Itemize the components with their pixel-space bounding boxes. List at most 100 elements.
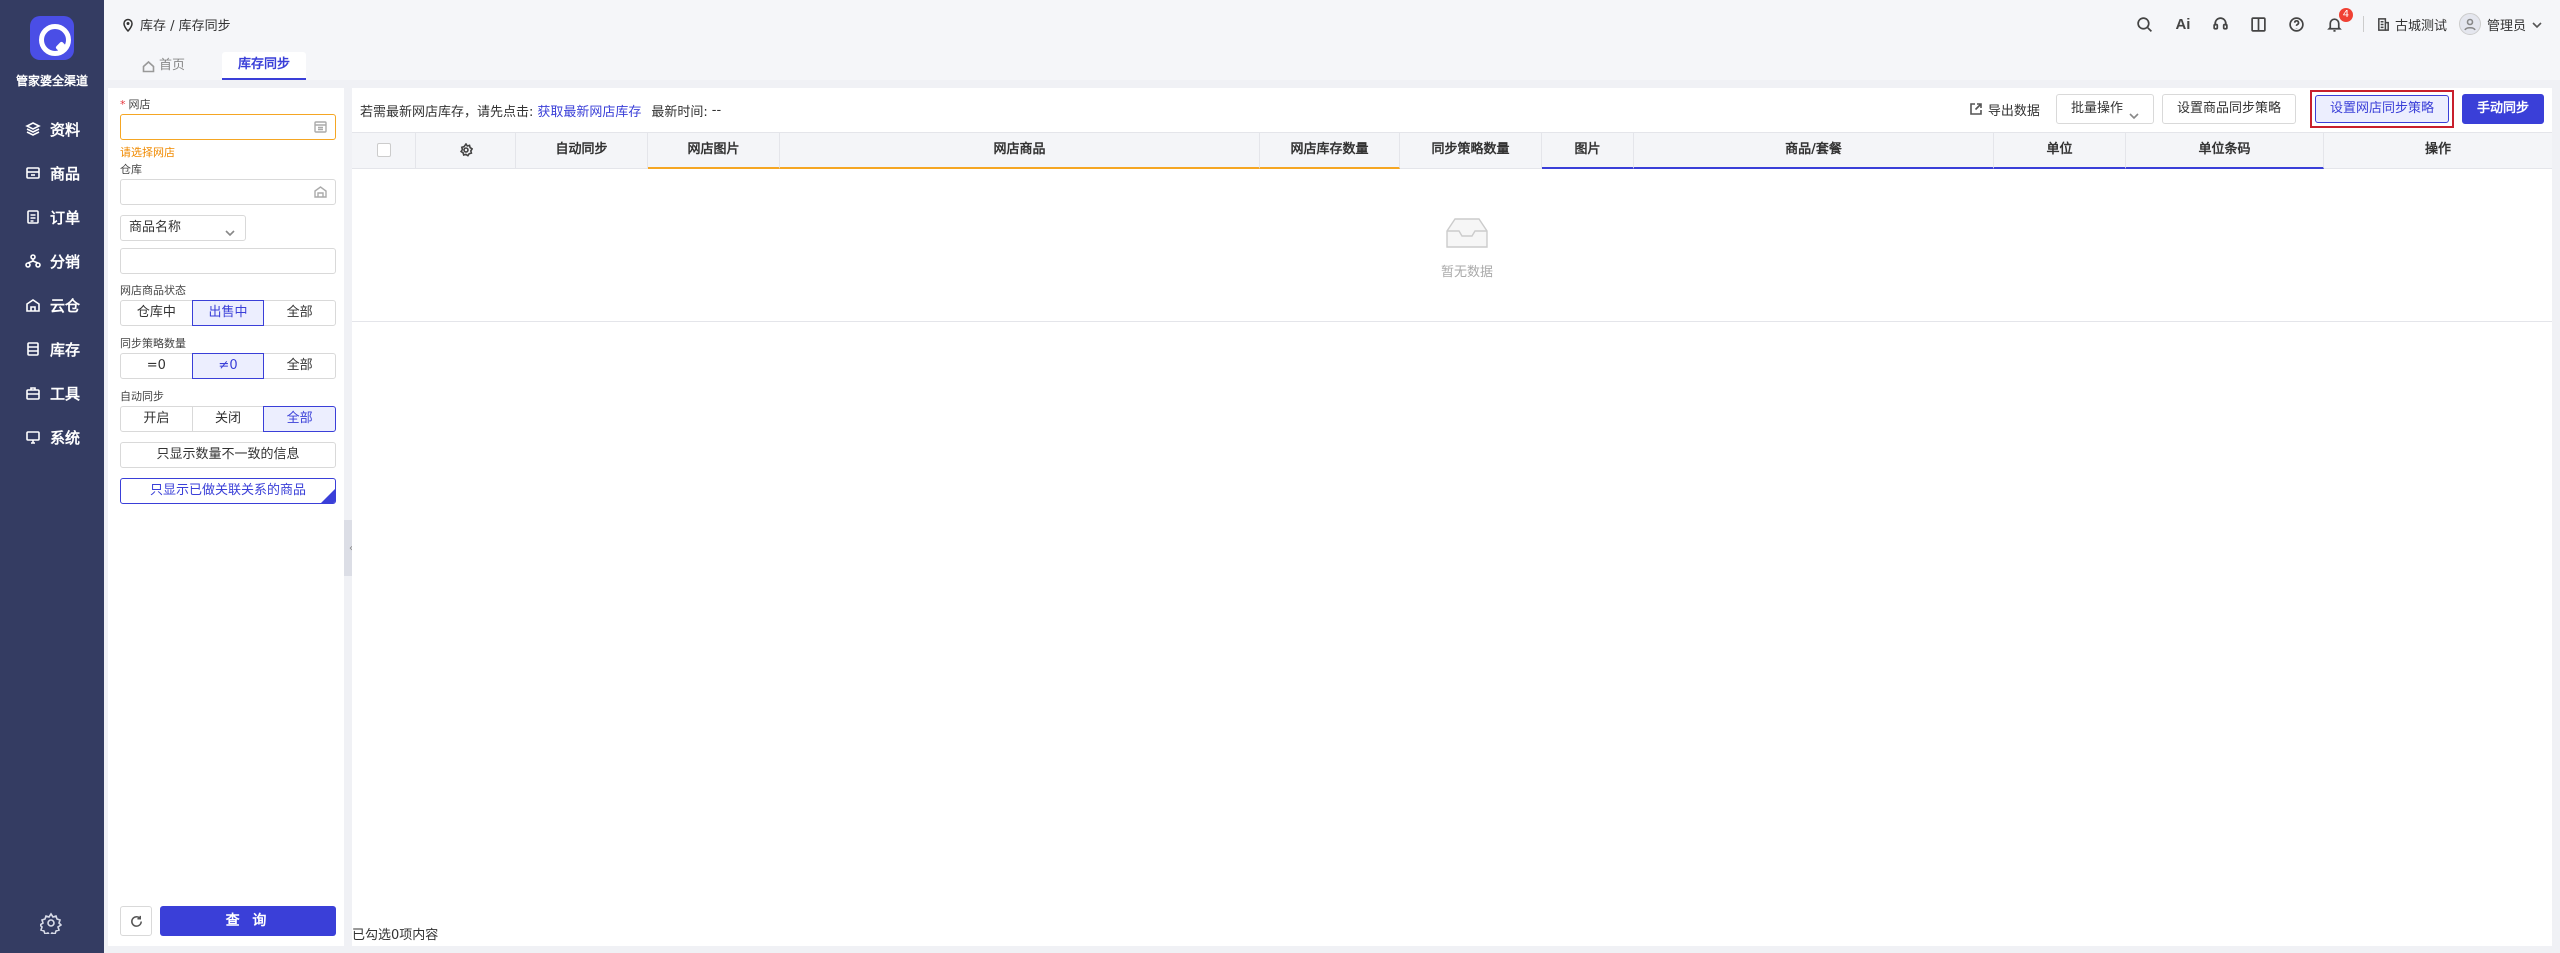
search-icon[interactable] bbox=[2135, 14, 2155, 34]
sidebar-item-orders[interactable]: 订单 bbox=[24, 205, 80, 229]
refresh-icon bbox=[130, 915, 142, 927]
shop-status-label: 网店商品状态 bbox=[120, 284, 186, 297]
table-header: 自动同步 网店图片 网店商品 网店库存数量 同步策略数量 图片 商品/套餐 单位… bbox=[352, 133, 2552, 169]
select-all-checkbox[interactable] bbox=[376, 142, 391, 157]
column-header-product-combo[interactable]: 商品/套餐 bbox=[1634, 133, 1994, 169]
sidebar-item-inventory[interactable]: 库存 bbox=[24, 337, 80, 361]
reset-button[interactable] bbox=[120, 906, 152, 936]
ai-assistant-icon[interactable]: Ai bbox=[2173, 14, 2193, 34]
manual-sync-button[interactable]: 手动同步 bbox=[2461, 94, 2544, 124]
sidebar-item-cloud-warehouse[interactable]: 云仓 bbox=[24, 293, 80, 317]
set-product-strategy-button[interactable]: 设置商品同步策略 bbox=[2161, 94, 2296, 124]
data-table: 自动同步 网店图片 网店商品 网店库存数量 同步策略数量 图片 商品/套餐 单位… bbox=[352, 132, 2552, 322]
top-header: 库存 / 库存同步 Ai 4 古城测试 管理员 bbox=[104, 0, 2560, 48]
brand-logo-icon[interactable] bbox=[30, 16, 74, 60]
status-option-on-sale[interactable]: 出售中 bbox=[191, 300, 265, 326]
layers-icon bbox=[24, 120, 42, 138]
column-header-unit-barcode[interactable]: 单位条码 bbox=[2126, 133, 2324, 169]
sidebar-item-label: 库存 bbox=[50, 340, 81, 359]
strategy-option-all[interactable]: 全部 bbox=[263, 353, 337, 379]
column-header-shop-product[interactable]: 网店商品 bbox=[780, 133, 1260, 169]
selected-corner-mark bbox=[321, 489, 335, 503]
set-shop-strategy-button[interactable]: 设置网店同步策略 bbox=[2314, 95, 2449, 123]
sidebar-item-distribution[interactable]: 分销 bbox=[24, 249, 80, 273]
action-toolbar: 导出数据 批量操作 设置商品同步策略 设置网店同步策略 手动同步 bbox=[1969, 90, 2544, 128]
column-header-actions[interactable]: 操作 bbox=[2324, 133, 2552, 169]
status-option-in-warehouse[interactable]: 仓库中 bbox=[120, 300, 193, 326]
sidebar-item-label: 订单 bbox=[50, 208, 81, 227]
cloud-warehouse-icon bbox=[24, 296, 42, 314]
divider bbox=[2362, 16, 2364, 32]
network-icon bbox=[24, 252, 42, 270]
auto-sync-option-all[interactable]: 全部 bbox=[263, 406, 337, 432]
notification-badge: 4 bbox=[2338, 8, 2353, 22]
settings-gear-icon[interactable] bbox=[38, 912, 63, 938]
tab-inventory-sync[interactable]: 库存同步 bbox=[222, 52, 307, 80]
brand-name: 管家婆全渠道 bbox=[15, 74, 88, 88]
column-header-strategy-qty[interactable]: 同步策略数量 bbox=[1400, 133, 1542, 169]
empty-state: 暂无数据 bbox=[1412, 213, 1522, 280]
book-icon[interactable] bbox=[2249, 14, 2269, 34]
select-all-checkbox-cell[interactable] bbox=[352, 133, 416, 169]
strategy-option-nonzero[interactable]: ≠0 bbox=[191, 353, 265, 379]
chevron-down-icon bbox=[2129, 104, 2139, 120]
tab-home[interactable]: 首页 bbox=[126, 52, 201, 80]
building-icon bbox=[2378, 17, 2389, 31]
search-field-select[interactable]: 商品名称 bbox=[120, 215, 246, 241]
calendar-list-icon bbox=[314, 121, 327, 133]
customer-service-icon[interactable] bbox=[2211, 14, 2231, 34]
notification-bell-icon[interactable]: 4 bbox=[2325, 8, 2353, 34]
shop-error-text: 请选择网店 bbox=[120, 146, 175, 159]
monitor-icon bbox=[24, 428, 42, 446]
help-icon[interactable] bbox=[2287, 14, 2307, 34]
avatar bbox=[2458, 13, 2481, 35]
chevron-down-icon bbox=[2532, 19, 2542, 29]
search-input[interactable] bbox=[120, 248, 336, 274]
box-icon bbox=[24, 164, 42, 182]
query-button[interactable]: 查 询 bbox=[160, 906, 336, 936]
info-bar: 若需最新网店库存，请先点击: 获取最新网店库存 最新时间: -- bbox=[360, 101, 722, 120]
shop-status-segment: 仓库中 出售中 全部 bbox=[120, 300, 337, 326]
toolbox-icon bbox=[24, 384, 42, 402]
fetch-latest-stock-link[interactable]: 获取最新网店库存 bbox=[537, 101, 641, 120]
top-toolbar: Ai 4 古城测试 管理员 bbox=[2135, 8, 2560, 36]
sidebar-item-system[interactable]: 系统 bbox=[24, 425, 80, 449]
strategy-option-zero[interactable]: =0 bbox=[120, 353, 193, 379]
shop-select[interactable] bbox=[120, 114, 336, 140]
sidebar: 管家婆全渠道 资料 商品 订单 分销 云仓 库存 工具 系统 bbox=[0, 0, 104, 953]
sidebar-item-goods[interactable]: 商品 bbox=[24, 161, 80, 185]
only-mismatch-toggle[interactable]: 只显示数量不一致的信息 bbox=[120, 442, 336, 468]
auto-sync-option-on[interactable]: 开启 bbox=[120, 406, 193, 432]
column-header-image[interactable]: 图片 bbox=[1542, 133, 1634, 169]
filter-panel: * 网店 请选择网店 仓库 商品名称 网店商品状态 仓库中 出售中 全部 同步策略… bbox=[108, 88, 344, 946]
auto-sync-option-off[interactable]: 关闭 bbox=[191, 406, 265, 432]
location-pin-icon bbox=[123, 18, 133, 32]
company-switcher[interactable]: 古城测试 bbox=[2376, 15, 2447, 34]
warehouse-select[interactable] bbox=[120, 179, 336, 205]
document-icon bbox=[24, 208, 42, 226]
status-option-all[interactable]: 全部 bbox=[263, 300, 337, 326]
column-header-auto-sync[interactable]: 自动同步 bbox=[516, 133, 648, 169]
selected-count-text: 已勾选0项内容 bbox=[352, 928, 439, 943]
shop-label: * 网店 bbox=[120, 98, 151, 111]
column-header-unit[interactable]: 单位 bbox=[1994, 133, 2126, 169]
export-data-button[interactable]: 导出数据 bbox=[1969, 100, 2040, 119]
strategy-qty-segment: =0 ≠0 全部 bbox=[120, 353, 337, 379]
latest-time-value: -- bbox=[711, 102, 722, 118]
sidebar-item-tools[interactable]: 工具 bbox=[24, 381, 80, 405]
breadcrumb: 库存 / 库存同步 bbox=[122, 15, 231, 34]
sidebar-item-data[interactable]: 资料 bbox=[24, 117, 80, 141]
sidebar-item-label: 工具 bbox=[50, 384, 81, 403]
auto-sync-label: 自动同步 bbox=[120, 390, 164, 403]
column-header-shop-stock-qty[interactable]: 网店库存数量 bbox=[1260, 133, 1400, 169]
home-icon bbox=[142, 60, 155, 72]
page-tabs: 首页 库存同步 bbox=[104, 48, 2560, 80]
gear-icon[interactable] bbox=[459, 142, 473, 157]
column-settings-cell[interactable] bbox=[416, 133, 516, 169]
only-linked-toggle[interactable]: 只显示已做关联关系的商品 bbox=[120, 478, 336, 504]
batch-operation-dropdown[interactable]: 批量操作 bbox=[2055, 94, 2154, 124]
column-header-shop-image[interactable]: 网店图片 bbox=[648, 133, 780, 169]
user-menu[interactable]: 管理员 bbox=[2458, 13, 2542, 35]
chevron-down-icon bbox=[225, 223, 235, 237]
main-panel: 若需最新网店库存，请先点击: 获取最新网店库存 最新时间: -- 导出数据 批量… bbox=[352, 88, 2552, 946]
